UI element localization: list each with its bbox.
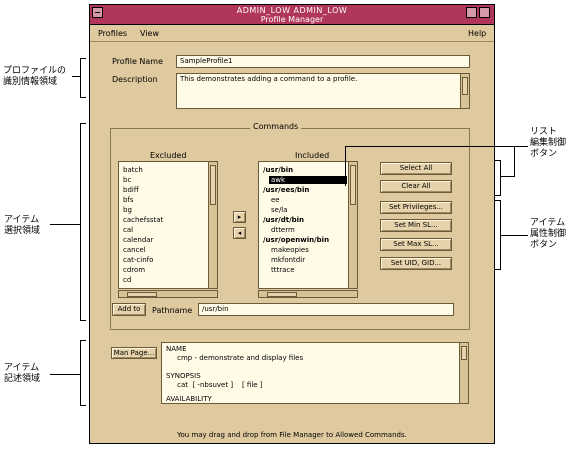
- list-item[interactable]: cancel: [123, 246, 146, 254]
- description-scrollbar[interactable]: [460, 74, 469, 108]
- excluded-list[interactable]: batch bc bdiff bfs bg cachefsstat cal ca…: [118, 161, 218, 289]
- man-page-button[interactable]: Man Page...: [111, 347, 157, 359]
- excluded-hscrollbar[interactable]: [118, 290, 218, 298]
- list-item[interactable]: calendar: [123, 236, 153, 244]
- profile-name-field[interactable]: SampleProfile1: [176, 55, 470, 68]
- list-item[interactable]: cdrom: [123, 266, 145, 274]
- menu-bar: Profiles View Help: [90, 26, 494, 42]
- annotation-item-select: アイテム 選択領域: [4, 215, 41, 236]
- list-item-selected[interactable]: awk: [269, 176, 347, 184]
- profile-name-label: Profile Name: [112, 57, 164, 66]
- list-item[interactable]: se/la: [271, 206, 288, 214]
- list-item[interactable]: bg: [123, 206, 132, 214]
- remove-command-button[interactable]: ◂: [233, 227, 246, 239]
- scroll-thumb[interactable]: [267, 292, 297, 297]
- annotation-bracket: [495, 160, 501, 196]
- list-item[interactable]: /usr/openwin/bin: [263, 236, 329, 244]
- included-vscrollbar[interactable]: [348, 162, 357, 288]
- man-line: cat [ -nbsuvet ] [ file ]: [166, 381, 263, 389]
- list-item[interactable]: /usr/bin: [263, 166, 293, 174]
- list-item[interactable]: ee: [271, 196, 280, 204]
- annotation-line: [514, 146, 515, 176]
- list-item[interactable]: tttrace: [271, 266, 295, 274]
- scroll-thumb[interactable]: [462, 77, 468, 95]
- scroll-thumb[interactable]: [210, 165, 216, 205]
- annotation-bracket: [80, 340, 86, 406]
- list-item[interactable]: bc: [123, 176, 131, 184]
- description-label: Description: [112, 75, 158, 84]
- window-title: Profile Manager: [260, 15, 324, 24]
- excluded-label: Excluded: [150, 151, 187, 160]
- annotation-profile-id: プロファイルの 識別情報領域: [3, 66, 67, 87]
- list-item[interactable]: makeopies: [271, 246, 309, 254]
- menu-view[interactable]: View: [140, 29, 159, 38]
- list-item[interactable]: cat-cinfo: [123, 256, 153, 264]
- man-line: cmp - demonstrate and display files: [166, 354, 304, 362]
- annotation-line: [345, 146, 515, 147]
- list-item[interactable]: cachefsstat: [123, 216, 163, 224]
- annotation-line: [50, 374, 80, 375]
- annotation-line: [345, 146, 346, 186]
- scroll-thumb[interactable]: [461, 346, 467, 360]
- annotation-line: [514, 146, 528, 147]
- add-command-button[interactable]: ▸: [233, 211, 246, 223]
- scroll-thumb[interactable]: [127, 292, 157, 297]
- annotation-line: [501, 235, 528, 236]
- list-item[interactable]: dtterm: [271, 226, 295, 234]
- man-page-text: NAME cmp - demonstrate and display files…: [161, 342, 469, 404]
- set-uid-gid-button[interactable]: Set UID, GID...: [380, 257, 452, 270]
- annotation-line: [50, 224, 80, 225]
- description-field[interactable]: This demonstrates adding a command to a …: [176, 73, 470, 109]
- included-hscrollbar[interactable]: [258, 290, 358, 298]
- included-label: Included: [295, 151, 330, 160]
- annotation-bracket: [80, 58, 86, 98]
- included-list[interactable]: /usr/bin awk /usr/ees/bin ee se/la /usr/…: [258, 161, 358, 289]
- select-all-button[interactable]: Select All: [380, 162, 452, 175]
- list-item[interactable]: mkfontdir: [271, 256, 305, 264]
- man-line: AVAILABILITY: [166, 395, 212, 403]
- list-item[interactable]: bdiff: [123, 186, 139, 194]
- add-to-button[interactable]: Add to: [112, 303, 146, 316]
- list-item[interactable]: /usr/ees/bin: [263, 186, 309, 194]
- list-item[interactable]: bfs: [123, 196, 134, 204]
- title-bar[interactable]: ADMIN_LOW ADMIN_LOW Profile Manager: [90, 5, 494, 25]
- man-page-scrollbar[interactable]: [459, 343, 468, 403]
- menu-profiles[interactable]: Profiles: [98, 29, 127, 38]
- set-min-sl-button[interactable]: Set Min SL...: [380, 219, 452, 232]
- excluded-vscrollbar[interactable]: [208, 162, 217, 288]
- annotation-item-attr: アイテム 属性制御 ボタン: [530, 218, 567, 250]
- annotation-line: [72, 76, 80, 77]
- status-text: You may drag and drop from File Manager …: [177, 431, 407, 439]
- annotation-bracket: [80, 123, 86, 321]
- pathname-label: Pathname: [152, 306, 193, 315]
- window-label: ADMIN_LOW ADMIN_LOW: [236, 6, 348, 15]
- menu-help[interactable]: Help: [468, 29, 486, 38]
- set-privileges-button[interactable]: Set Privileges...: [380, 201, 452, 214]
- commands-group-label: Commands: [250, 122, 302, 131]
- list-item[interactable]: /usr/dt/bin: [263, 216, 304, 224]
- pathname-field[interactable]: /usr/bin: [198, 303, 454, 316]
- clear-all-button[interactable]: Clear All: [380, 180, 452, 193]
- list-item[interactable]: cal: [123, 226, 133, 234]
- set-max-sl-button[interactable]: Set Max SL...: [380, 238, 452, 251]
- profile-manager-window: ADMIN_LOW ADMIN_LOW Profile Manager Prof…: [89, 4, 495, 444]
- minimize-icon[interactable]: [466, 7, 477, 18]
- man-line: SYNOPSIS: [166, 372, 201, 380]
- annotation-item-desc: アイテム 記述領域: [4, 363, 41, 384]
- maximize-icon[interactable]: [479, 7, 490, 18]
- annotation-line: [501, 176, 515, 177]
- list-item[interactable]: cd: [123, 276, 131, 284]
- man-line: NAME: [166, 345, 187, 353]
- list-item[interactable]: batch: [123, 166, 143, 174]
- annotation-list-edit: リスト 編集制御 ボタン: [530, 127, 567, 159]
- description-text: This demonstrates adding a command to a …: [180, 75, 358, 83]
- scroll-thumb[interactable]: [350, 165, 356, 205]
